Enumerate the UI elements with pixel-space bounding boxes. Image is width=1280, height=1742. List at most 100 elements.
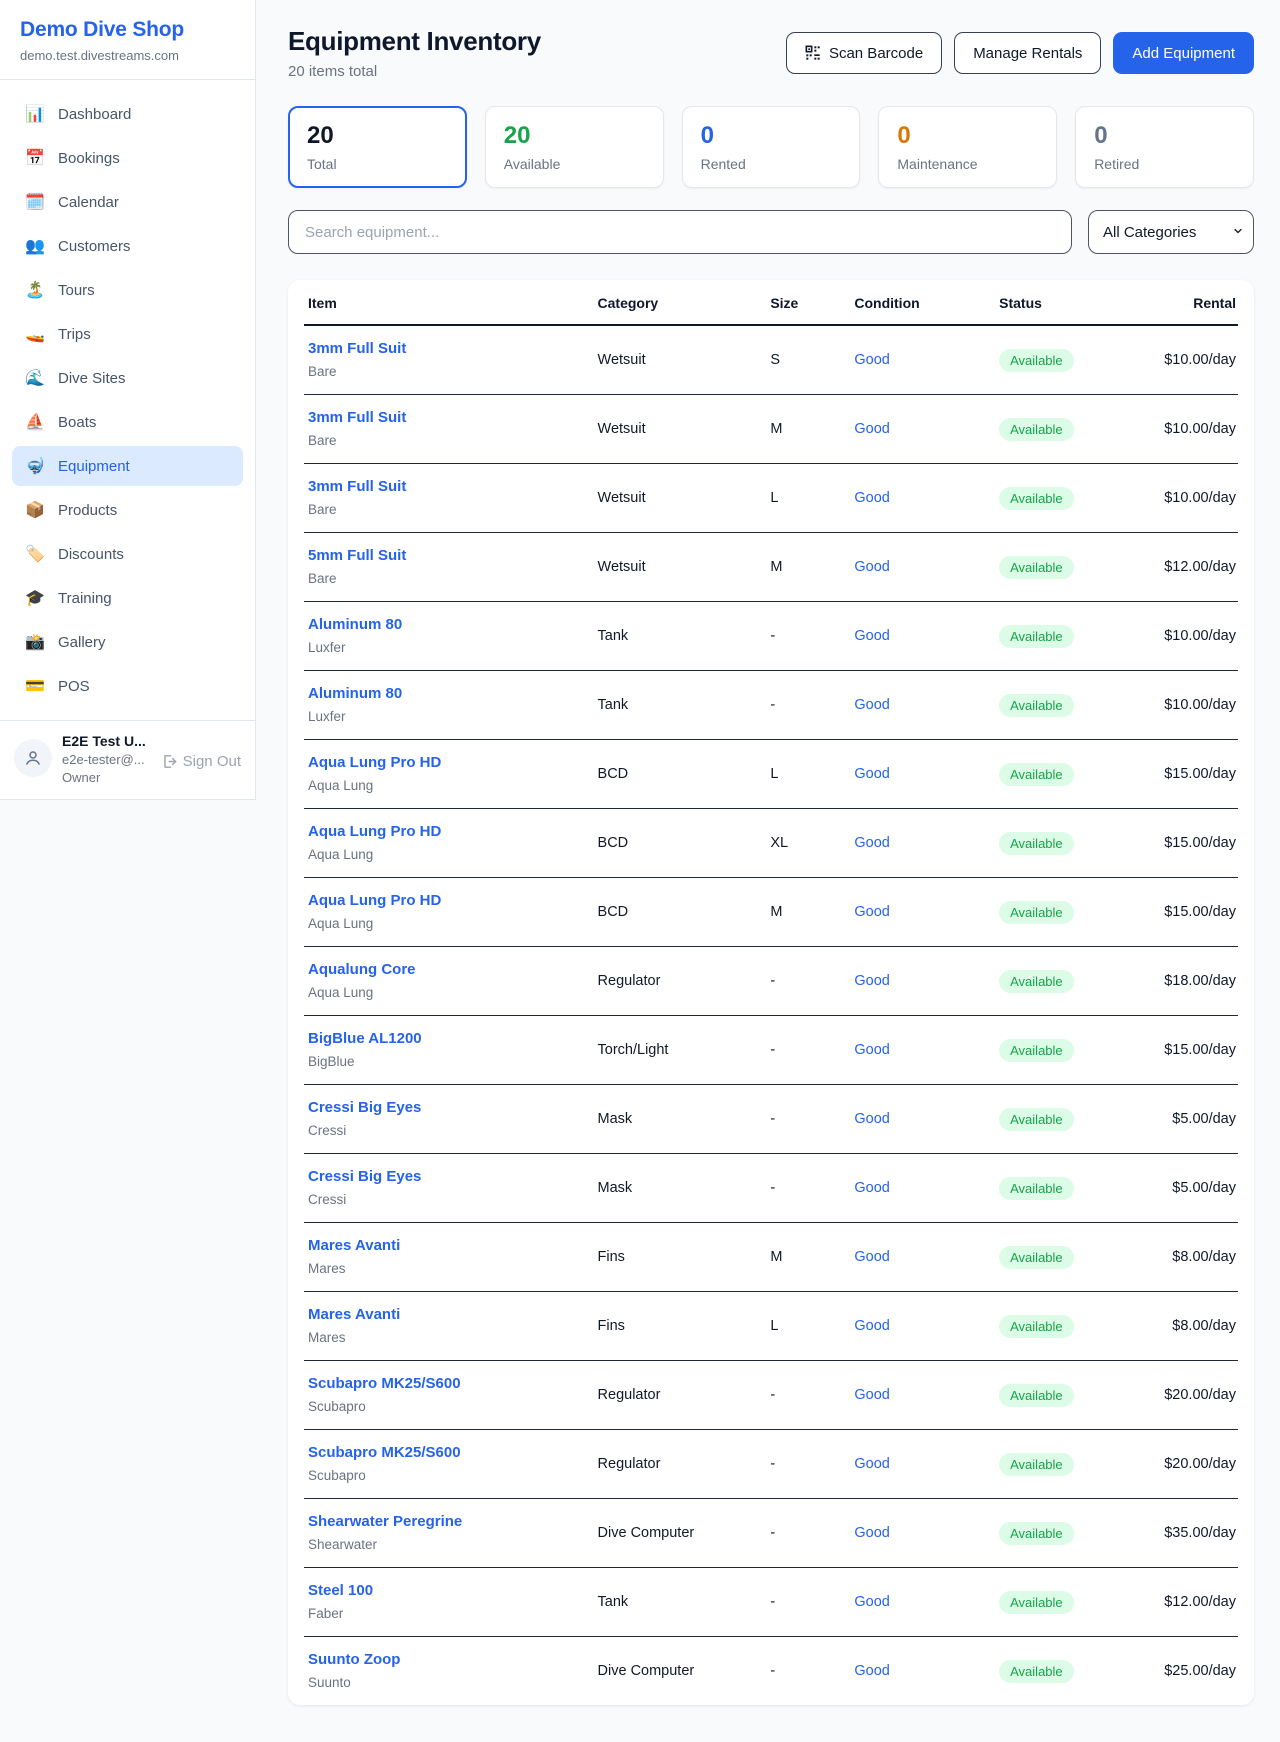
item-size: - xyxy=(766,1637,850,1706)
sidebar-item-label: Gallery xyxy=(58,634,106,651)
item-name-link[interactable]: 3mm Full Suit xyxy=(308,408,590,428)
item-name-link[interactable]: 3mm Full Suit xyxy=(308,339,590,359)
item-condition-link[interactable]: Good xyxy=(854,697,889,713)
item-name-link[interactable]: Aluminum 80 xyxy=(308,684,590,704)
item-brand: Luxfer xyxy=(308,707,590,726)
manage-rentals-button[interactable]: Manage Rentals xyxy=(954,32,1101,74)
item-condition-link[interactable]: Good xyxy=(854,1594,889,1610)
column-header-condition: Condition xyxy=(850,280,995,325)
item-name-link[interactable]: 5mm Full Suit xyxy=(308,546,590,566)
sidebar-item-calendar[interactable]: 🗓️ Calendar xyxy=(12,182,243,222)
title-block: Equipment Inventory 20 items total xyxy=(288,26,541,80)
sidebar-item-label: Tours xyxy=(58,282,95,299)
item-name-link[interactable]: 3mm Full Suit xyxy=(308,477,590,497)
stat-card-retired[interactable]: 0 Retired xyxy=(1075,106,1254,188)
item-brand: Mares xyxy=(308,1328,590,1347)
brand-name[interactable]: Demo Dive Shop xyxy=(20,18,235,42)
item-condition-link[interactable]: Good xyxy=(854,835,889,851)
item-condition-link[interactable]: Good xyxy=(854,421,889,437)
item-condition-link[interactable]: Good xyxy=(854,1318,889,1334)
sidebar-item-pos[interactable]: 💳 POS xyxy=(12,666,243,706)
sidebar-item-bookings[interactable]: 📅 Bookings xyxy=(12,138,243,178)
item-condition-link[interactable]: Good xyxy=(854,1180,889,1196)
table-row: Aqua Lung Pro HD Aqua Lung BCD M Good Av… xyxy=(304,878,1238,947)
sidebar-item-label: Customers xyxy=(58,238,131,255)
stat-value: 0 xyxy=(1094,123,1235,149)
stat-card-rented[interactable]: 0 Rented xyxy=(682,106,861,188)
item-condition-link[interactable]: Good xyxy=(854,973,889,989)
item-condition-link[interactable]: Good xyxy=(854,559,889,575)
item-name-link[interactable]: Aqua Lung Pro HD xyxy=(308,891,590,911)
search-input[interactable] xyxy=(288,210,1072,254)
item-condition-link[interactable]: Good xyxy=(854,1525,889,1541)
item-name-link[interactable]: Suunto Zoop xyxy=(308,1650,590,1670)
stat-card-total[interactable]: 20 Total xyxy=(288,106,467,188)
add-equipment-button[interactable]: Add Equipment xyxy=(1113,32,1254,74)
sidebar-item-trips[interactable]: 🚤 Trips xyxy=(12,314,243,354)
status-badge: Available xyxy=(999,1453,1074,1476)
user-meta: E2E Test U... e2e-tester@... Owner xyxy=(62,733,150,785)
stat-card-available[interactable]: 20 Available xyxy=(485,106,664,188)
island-icon: 🏝️ xyxy=(24,280,46,300)
item-name-link[interactable]: Mares Avanti xyxy=(308,1305,590,1325)
sidebar-item-customers[interactable]: 👥 Customers xyxy=(12,226,243,266)
sidebar-item-equipment[interactable]: 🤿 Equipment xyxy=(12,446,243,486)
column-header-rental: Rental xyxy=(1103,280,1238,325)
sidebar-item-discounts[interactable]: 🏷️ Discounts xyxy=(12,534,243,574)
table-row: Steel 100 Faber Tank - Good Available $1… xyxy=(304,1568,1238,1637)
item-size: M xyxy=(766,533,850,602)
person-icon xyxy=(24,749,42,767)
item-name-link[interactable]: Scubapro MK25/S600 xyxy=(308,1374,590,1394)
table-row: Aqua Lung Pro HD Aqua Lung BCD XL Good A… xyxy=(304,809,1238,878)
wave-icon: 🌊 xyxy=(24,368,46,388)
sidebar-item-boats[interactable]: ⛵ Boats xyxy=(12,402,243,442)
item-condition-link[interactable]: Good xyxy=(854,352,889,368)
item-name-link[interactable]: Aqua Lung Pro HD xyxy=(308,753,590,773)
sidebar-item-training[interactable]: 🎓 Training xyxy=(12,578,243,618)
item-condition-link[interactable]: Good xyxy=(854,1042,889,1058)
item-category: Tank xyxy=(594,1568,767,1637)
item-category: Wetsuit xyxy=(594,533,767,602)
sidebar-item-tours[interactable]: 🏝️ Tours xyxy=(12,270,243,310)
scan-barcode-button[interactable]: Scan Barcode xyxy=(786,32,942,74)
bar-chart-icon: 📊 xyxy=(24,104,46,124)
item-condition-link[interactable]: Good xyxy=(854,1387,889,1403)
sidebar-item-dashboard[interactable]: 📊 Dashboard xyxy=(12,94,243,134)
spiral-calendar-icon: 🗓️ xyxy=(24,192,46,212)
item-rental-rate: $5.00/day xyxy=(1172,1111,1236,1127)
item-name-link[interactable]: Mares Avanti xyxy=(308,1236,590,1256)
item-name-link[interactable]: Cressi Big Eyes xyxy=(308,1167,590,1187)
sign-out-button[interactable]: Sign Out xyxy=(160,753,241,770)
item-condition-link[interactable]: Good xyxy=(854,766,889,782)
item-condition-link[interactable]: Good xyxy=(854,490,889,506)
item-name-link[interactable]: Aqualung Core xyxy=(308,960,590,980)
item-name-link[interactable]: BigBlue AL1200 xyxy=(308,1029,590,1049)
sign-out-label: Sign Out xyxy=(183,753,241,770)
item-category: Wetsuit xyxy=(594,325,767,395)
item-condition-link[interactable]: Good xyxy=(854,904,889,920)
table-row: Aqua Lung Pro HD Aqua Lung BCD L Good Av… xyxy=(304,740,1238,809)
item-condition-link[interactable]: Good xyxy=(854,1249,889,1265)
equipment-table-card: ItemCategorySizeConditionStatusRental 3m… xyxy=(288,280,1254,1705)
sidebar-item-gallery[interactable]: 📸 Gallery xyxy=(12,622,243,662)
sidebar-item-dive-sites[interactable]: 🌊 Dive Sites xyxy=(12,358,243,398)
sidebar-item-products[interactable]: 📦 Products xyxy=(12,490,243,530)
item-category: Wetsuit xyxy=(594,395,767,464)
stat-card-maintenance[interactable]: 0 Maintenance xyxy=(878,106,1057,188)
manage-rentals-label: Manage Rentals xyxy=(973,45,1082,62)
item-condition-link[interactable]: Good xyxy=(854,1456,889,1472)
item-name-link[interactable]: Aqua Lung Pro HD xyxy=(308,822,590,842)
avatar xyxy=(14,739,52,777)
item-rental-rate: $8.00/day xyxy=(1172,1249,1236,1265)
item-name-link[interactable]: Aluminum 80 xyxy=(308,615,590,635)
item-name-link[interactable]: Shearwater Peregrine xyxy=(308,1512,590,1532)
item-condition-link[interactable]: Good xyxy=(854,1111,889,1127)
item-rental-rate: $10.00/day xyxy=(1164,421,1236,437)
item-name-link[interactable]: Steel 100 xyxy=(308,1581,590,1601)
item-name-link[interactable]: Cressi Big Eyes xyxy=(308,1098,590,1118)
item-condition-link[interactable]: Good xyxy=(854,1663,889,1679)
category-filter-select[interactable]: All Categories xyxy=(1088,210,1254,254)
item-condition-link[interactable]: Good xyxy=(854,628,889,644)
sidebar-item-label: Discounts xyxy=(58,546,124,563)
item-name-link[interactable]: Scubapro MK25/S600 xyxy=(308,1443,590,1463)
